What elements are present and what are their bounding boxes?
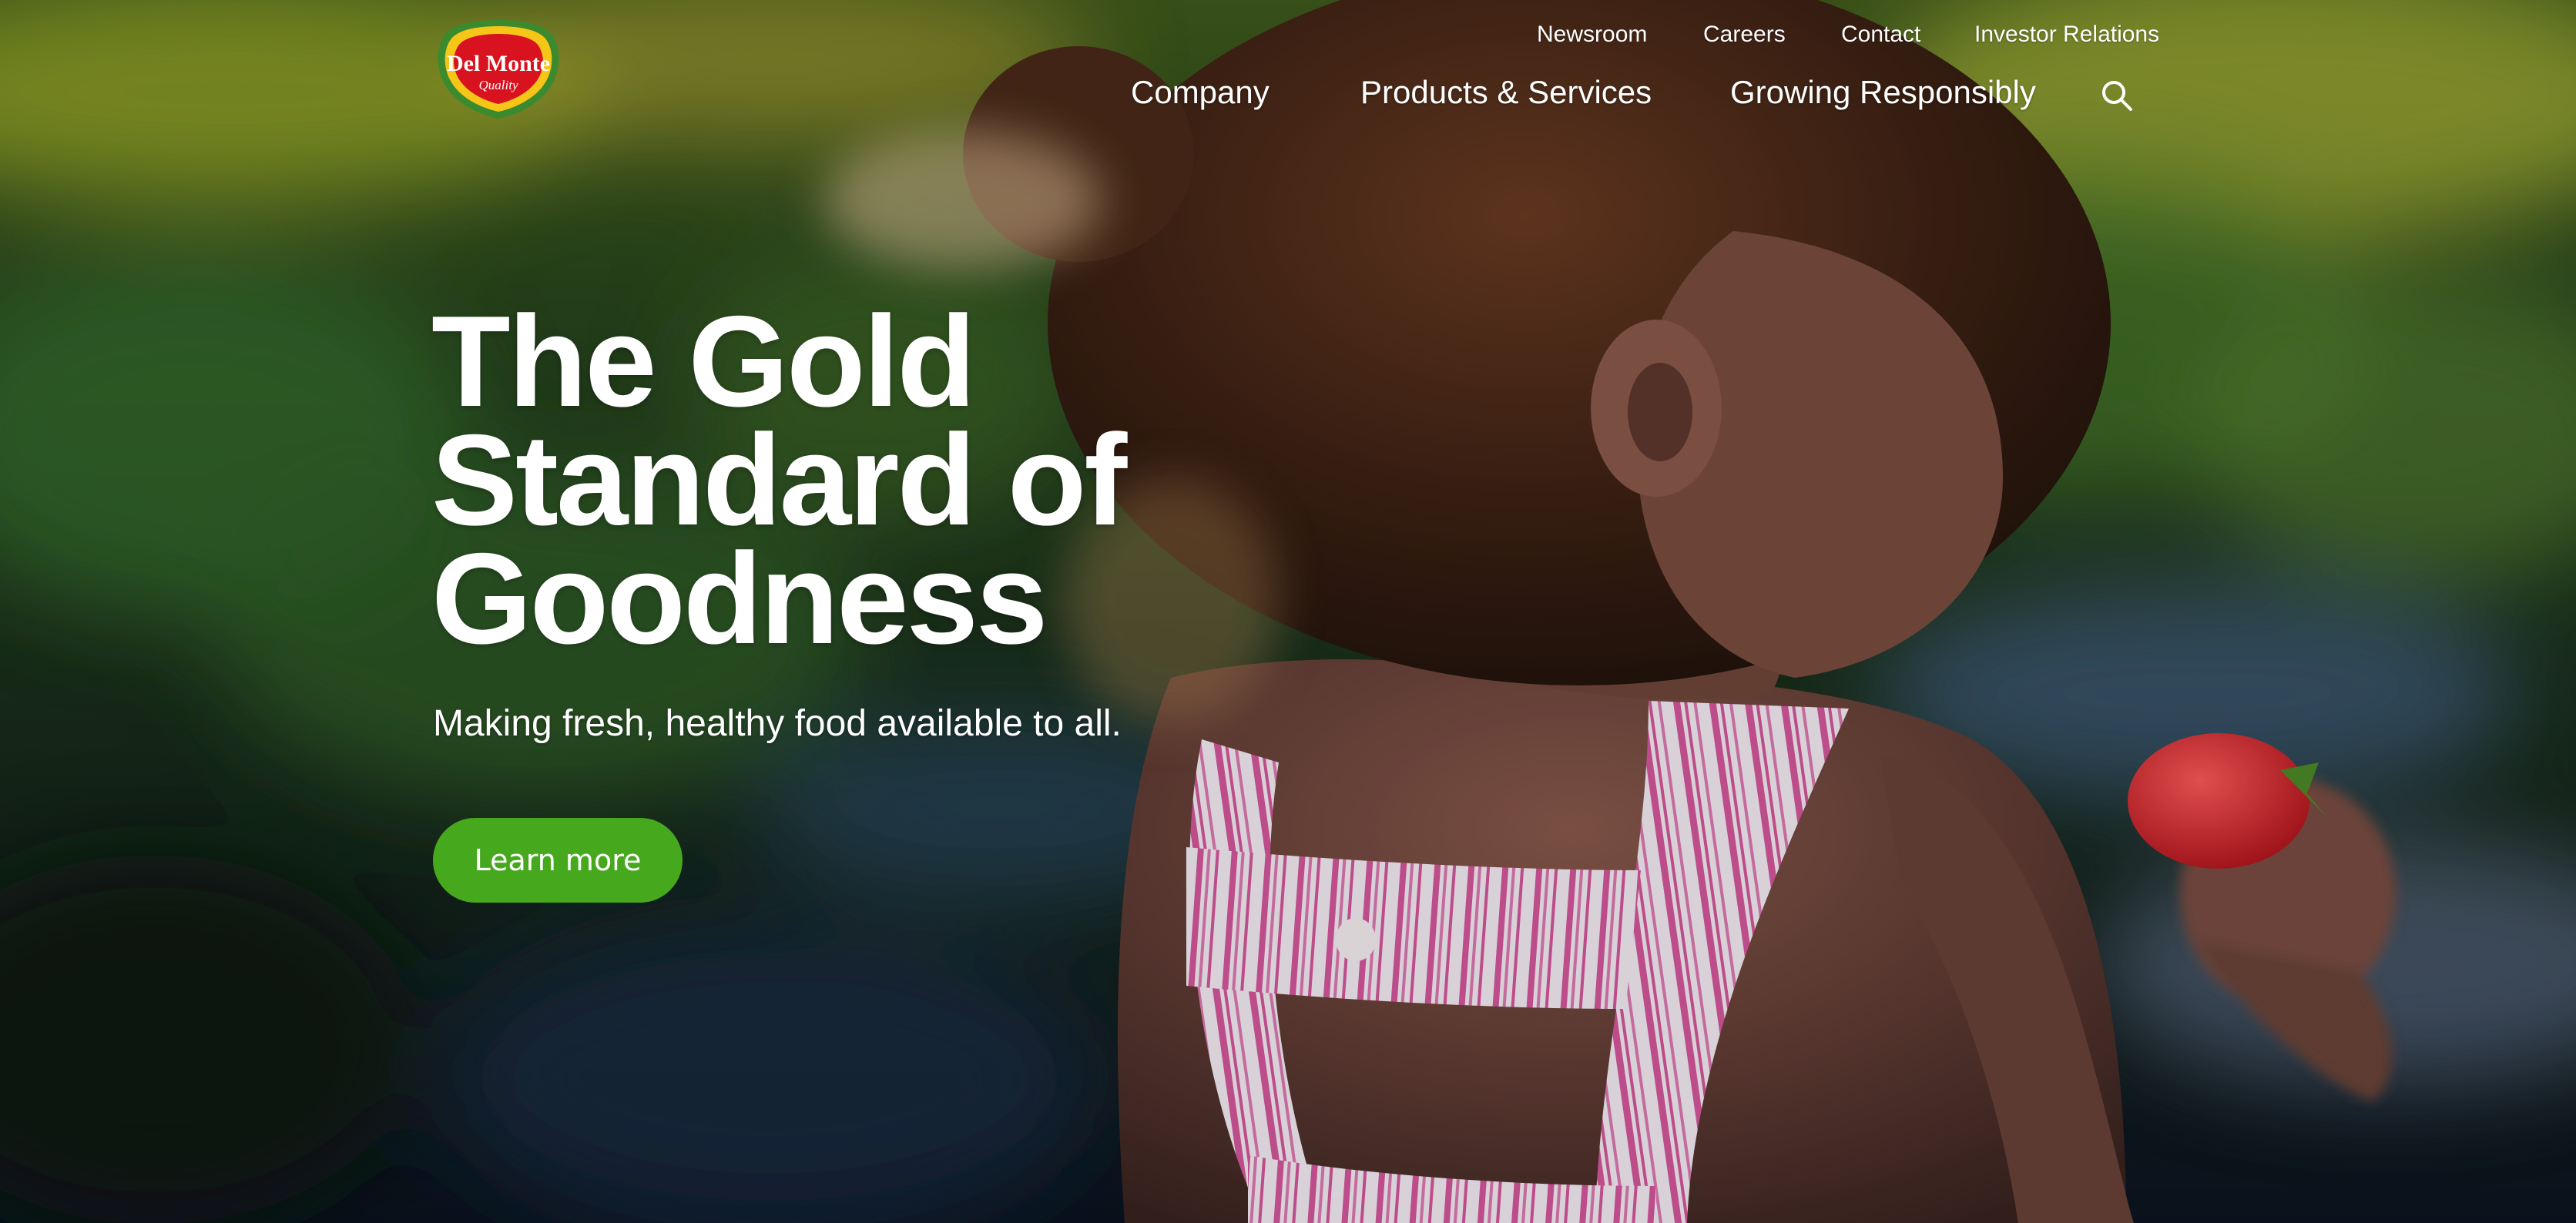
learn-more-button[interactable]: Learn more (433, 818, 683, 903)
nav-link-investor-relations[interactable]: Investor Relations (1974, 22, 2159, 48)
hero-background-photo (0, 0, 2576, 1223)
hero-subheadline: Making fresh, healthy food available to … (433, 703, 1122, 744)
nav-link-contact[interactable]: Contact (1841, 22, 1920, 48)
hero-headline-line-3: Goodness (431, 526, 1048, 671)
nav-link-company[interactable]: Company (1131, 74, 1270, 111)
logo-text: Del Monte (447, 51, 550, 76)
nav-link-products-services[interactable]: Products & Services (1360, 74, 1652, 111)
hero-section: Del Monte Quality Newsroom Careers Conta… (0, 0, 2576, 1223)
nav-link-careers[interactable]: Careers (1703, 22, 1786, 48)
logo-subtext: Quality (479, 78, 518, 92)
hero-headline: The Gold Standard of Goodness (431, 297, 1186, 663)
del-monte-logo[interactable]: Del Monte Quality (431, 17, 565, 120)
utility-nav: Newsroom Careers Contact Investor Relati… (1537, 22, 2159, 55)
nav-link-growing-responsibly[interactable]: Growing Responsibly (1730, 74, 2036, 111)
nav-link-newsroom[interactable]: Newsroom (1537, 22, 1647, 48)
search-icon[interactable] (2098, 77, 2135, 114)
